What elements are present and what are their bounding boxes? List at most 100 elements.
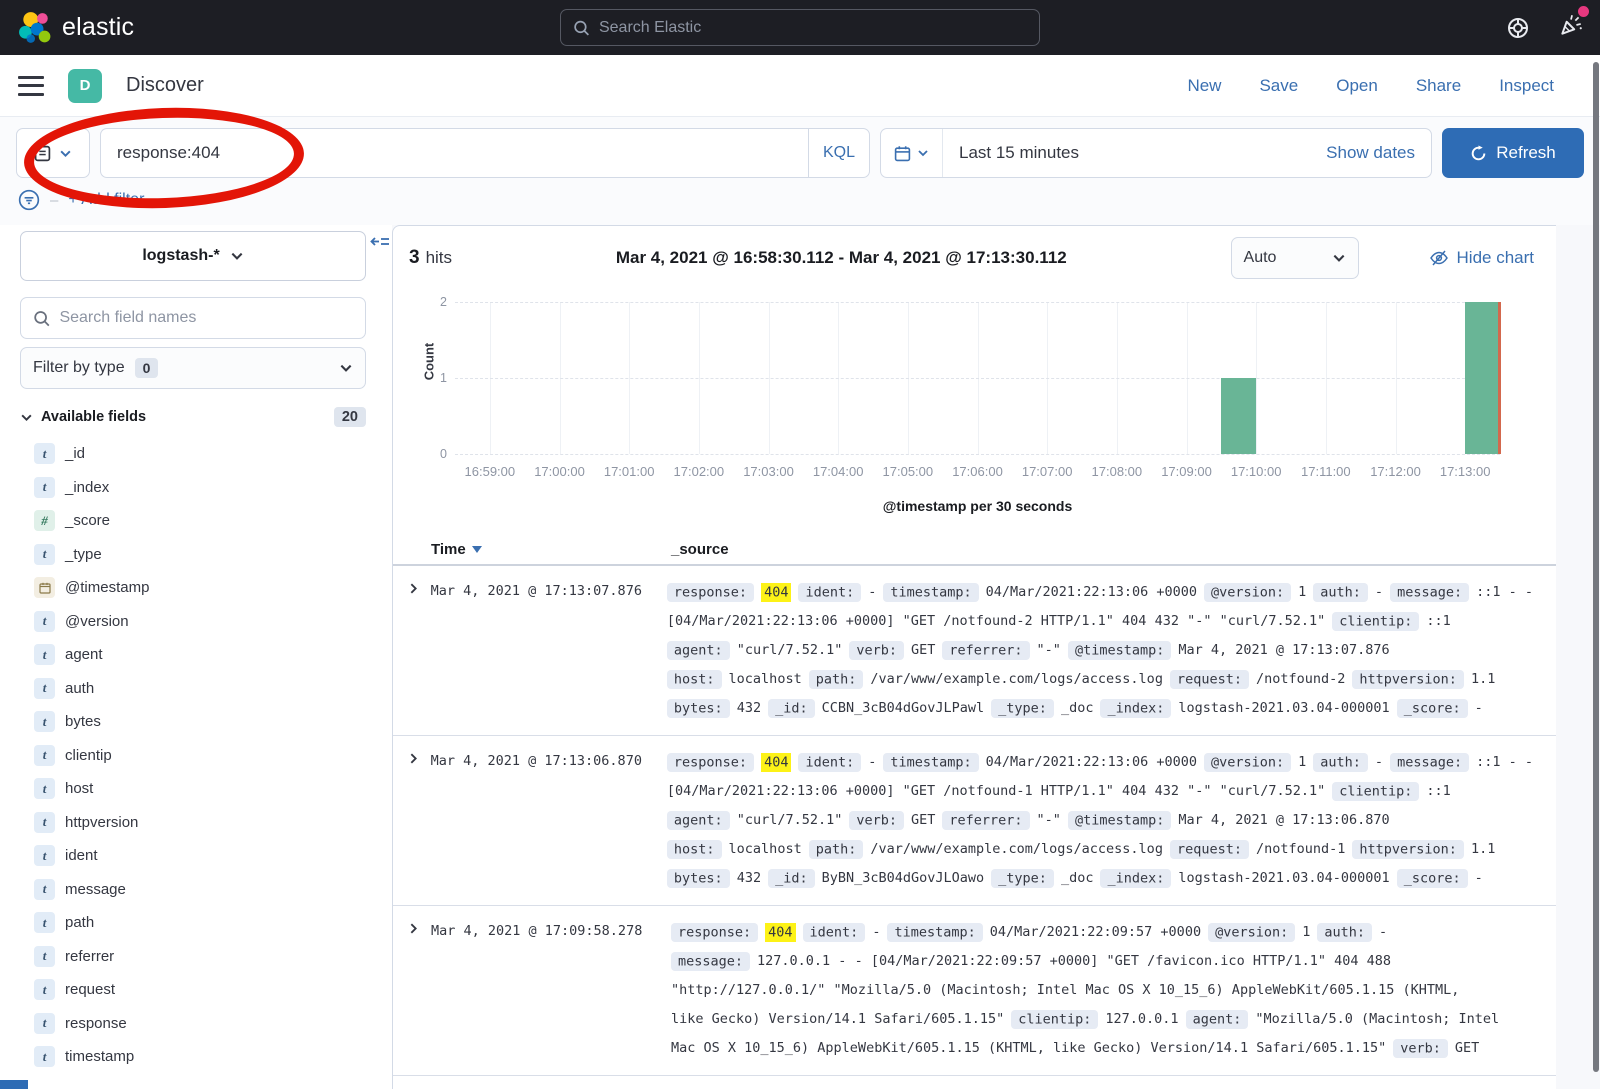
string-type-icon: t xyxy=(34,745,55,766)
time-column-header[interactable]: Time xyxy=(431,541,671,558)
field-name-badge: referrer: xyxy=(942,641,1029,660)
field-item-ident[interactable]: tident xyxy=(20,839,366,873)
filter-icon[interactable] xyxy=(18,189,40,211)
y-tick-label: 1 xyxy=(427,371,447,385)
field-item-timestamp[interactable]: ttimestamp xyxy=(20,1040,366,1074)
newsfeed-button[interactable] xyxy=(1558,12,1584,43)
field-value: ::1 - - xyxy=(1476,584,1533,600)
string-type-icon: t xyxy=(34,845,55,866)
field-search-input[interactable] xyxy=(59,309,353,327)
field-name-badge: timestamp: xyxy=(887,923,982,942)
field-item-clientip[interactable]: tclientip xyxy=(20,739,366,773)
field-name-badge: auth: xyxy=(1313,583,1368,602)
histogram-bar-17:09:30[interactable] xyxy=(1221,378,1256,454)
field-name-badge: host: xyxy=(667,670,722,689)
sort-desc-icon xyxy=(472,546,482,553)
field-item-_index[interactable]: t_index xyxy=(20,471,366,505)
time-range-display[interactable]: Last 15 minutes xyxy=(943,143,1079,163)
field-name: _score xyxy=(65,512,110,529)
inspect-button[interactable]: Inspect xyxy=(1499,76,1554,96)
expand-row-icon[interactable] xyxy=(393,918,431,1063)
x-tick-label: 17:08:00 xyxy=(1092,464,1143,479)
show-dates-button[interactable]: Show dates xyxy=(1326,143,1431,163)
field-value: - xyxy=(872,924,880,940)
string-type-icon: t xyxy=(34,477,55,498)
field-value: 04/Mar/2021:22:13:06 +0000 xyxy=(986,584,1197,600)
global-search-input[interactable] xyxy=(599,19,1027,37)
table-row: Mar 4, 2021 @ 17:13:07.876response:404id… xyxy=(393,566,1556,736)
help-icon[interactable] xyxy=(1506,16,1530,40)
hits-count: 3 xyxy=(409,247,420,269)
index-pattern-selector[interactable]: logstash-* xyxy=(20,231,366,281)
saved-query-menu-button[interactable] xyxy=(16,128,90,178)
field-value: 432 xyxy=(737,870,761,886)
field-name-badge: ident: xyxy=(803,923,866,942)
field-item-@version[interactable]: t@version xyxy=(20,605,366,639)
field-value: "-" xyxy=(1037,812,1061,828)
field-value: Mar 4, 2021 @ 17:13:06.870 xyxy=(1178,812,1389,828)
hide-chart-button[interactable]: Hide chart xyxy=(1429,248,1534,268)
x-tick-label: 17:02:00 xyxy=(674,464,725,479)
page-scrollbar[interactable] xyxy=(1593,62,1599,1072)
string-type-icon: t xyxy=(34,678,55,699)
x-tick-label: 17:09:00 xyxy=(1161,464,1212,479)
field-item-_score[interactable]: #_score xyxy=(20,504,366,538)
collapse-sidebar-icon[interactable] xyxy=(370,235,390,258)
field-name-badge: agent: xyxy=(667,811,730,830)
add-filter-button[interactable]: + Add filter xyxy=(68,191,144,209)
save-button[interactable]: Save xyxy=(1259,76,1298,96)
x-tick-label: 17:03:00 xyxy=(743,464,794,479)
field-value: /var/www/example.com/logs/access.log xyxy=(870,841,1163,857)
expand-row-icon[interactable] xyxy=(393,578,431,723)
string-type-icon: t xyxy=(34,912,55,933)
brand-name: elastic xyxy=(62,13,134,42)
query-language-button[interactable]: KQL xyxy=(808,128,870,178)
field-name-badge: _index: xyxy=(1100,869,1171,888)
field-item-@timestamp[interactable]: @timestamp xyxy=(20,571,366,605)
date-quick-menu-button[interactable] xyxy=(881,129,943,177)
share-button[interactable]: Share xyxy=(1416,76,1461,96)
field-item-bytes[interactable]: tbytes xyxy=(20,705,366,739)
field-item-_type[interactable]: t_type xyxy=(20,538,366,572)
field-item-message[interactable]: tmessage xyxy=(20,873,366,907)
field-value: _doc xyxy=(1061,870,1094,886)
global-search-bar[interactable] xyxy=(560,9,1040,46)
x-tick-label: 17:04:00 xyxy=(813,464,864,479)
field-item-agent[interactable]: tagent xyxy=(20,638,366,672)
field-item-httpversion[interactable]: thttpversion xyxy=(20,806,366,840)
field-name-badge: @timestamp: xyxy=(1068,641,1171,660)
new-button[interactable]: New xyxy=(1187,76,1221,96)
field-item-_id[interactable]: t_id xyxy=(20,437,366,471)
field-item-referrer[interactable]: treferrer xyxy=(20,940,366,974)
field-name: agent xyxy=(65,646,103,663)
field-item-host[interactable]: thost xyxy=(20,772,366,806)
table-row: Mar 4, 2021 @ 17:13:06.870response:404id… xyxy=(393,736,1556,906)
highlighted-value: 404 xyxy=(761,583,791,602)
highlighted-value: 404 xyxy=(765,923,795,942)
refresh-icon xyxy=(1470,145,1487,162)
doc-source: response:404ident:-timestamp:04/Mar/2021… xyxy=(671,918,1556,1063)
gridline xyxy=(455,302,1500,303)
field-search-box[interactable] xyxy=(20,297,366,339)
available-fields-toggle[interactable]: Available fields 20 xyxy=(20,407,366,427)
refresh-button[interactable]: Refresh xyxy=(1442,128,1584,178)
string-type-icon: t xyxy=(34,1046,55,1067)
interval-select[interactable]: Auto xyxy=(1231,237,1359,279)
field-name-badge: httpversion: xyxy=(1352,670,1464,689)
query-input[interactable] xyxy=(100,128,808,178)
available-fields-count-badge: 20 xyxy=(334,407,366,427)
string-type-icon: t xyxy=(34,544,55,565)
fields-sidebar: logstash-* Filter by type 0 xyxy=(0,225,392,1089)
highlighted-value: 404 xyxy=(761,753,791,772)
histogram-bar-17:13:00[interactable] xyxy=(1465,302,1500,454)
menu-icon[interactable] xyxy=(18,76,44,96)
field-item-path[interactable]: tpath xyxy=(20,906,366,940)
open-button[interactable]: Open xyxy=(1336,76,1378,96)
field-item-request[interactable]: trequest xyxy=(20,973,366,1007)
expand-row-icon[interactable] xyxy=(393,748,431,893)
field-name: ident xyxy=(65,847,98,864)
field-item-response[interactable]: tresponse xyxy=(20,1007,366,1041)
elastic-brand[interactable]: elastic xyxy=(18,11,134,45)
filter-by-type-select[interactable]: Filter by type 0 xyxy=(20,347,366,389)
field-item-auth[interactable]: tauth xyxy=(20,672,366,706)
